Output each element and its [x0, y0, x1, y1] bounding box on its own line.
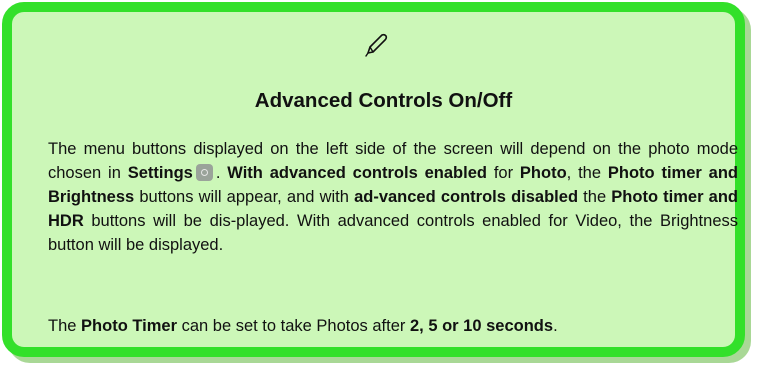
p1-text-6: the [578, 188, 612, 206]
p2-text-3: . [553, 317, 558, 335]
p1-text-7: buttons will be dis-played. With advance… [48, 212, 738, 254]
p1-bold-advanced-disabled: ad-vanced controls disabled [354, 188, 579, 206]
p1-text-5: buttons will appear, and with [134, 188, 355, 206]
p1-bold-advanced-enabled: With advanced controls enabled [227, 164, 487, 182]
note-box: Advanced Controls On/Off The menu button… [2, 2, 745, 357]
p1-text-2: . [215, 164, 228, 182]
note-title: Advanced Controls On/Off [254, 89, 513, 112]
p2-text-1: The [48, 317, 82, 335]
settings-gear-icon [195, 164, 213, 181]
p2-bold-seconds: 2, 5 or 10 seconds [409, 317, 554, 335]
p1-bold-settings: Settings [127, 164, 193, 182]
p1-text-3: for [486, 164, 520, 182]
p2-text-2: can be set to take Photos after [177, 317, 410, 335]
p1-bold-photo: Photo [519, 164, 567, 182]
note-paragraph-2: The Photo Timer can be set to take Photo… [48, 314, 738, 338]
pencil-note-icon [365, 33, 388, 57]
note-paragraph-1: The menu buttons displayed on the left s… [48, 137, 738, 257]
p2-bold-photo-timer: Photo Timer [81, 317, 177, 335]
p1-text-4: , the [566, 164, 608, 182]
